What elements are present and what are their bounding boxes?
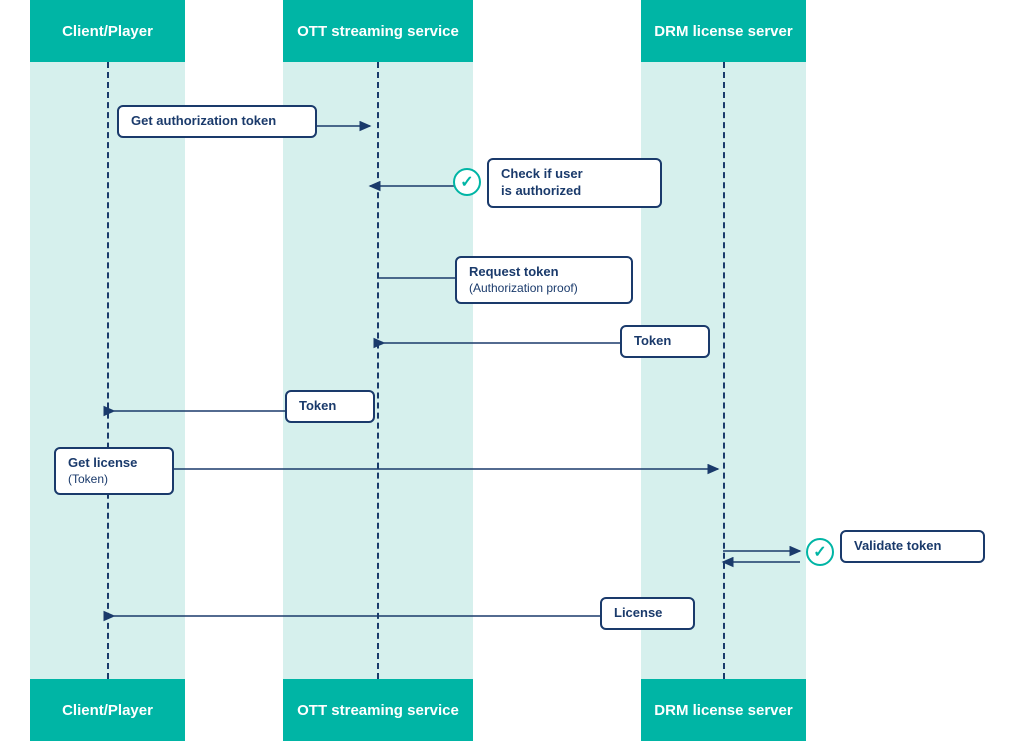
msg-get-license: Get license (Token): [54, 447, 174, 495]
dline-ott: [377, 62, 379, 679]
check-icon-auth: [453, 168, 481, 196]
header-drm: DRM license server: [641, 0, 806, 62]
dline-drm: [723, 62, 725, 679]
msg-validate-token: Validate token: [840, 530, 985, 563]
diagram-container: Client/Player OTT streaming service DRM …: [0, 0, 1024, 741]
header-client: Client/Player: [30, 0, 185, 62]
footer-drm: DRM license server: [641, 679, 806, 741]
footer-client: Client/Player: [30, 679, 185, 741]
footer-ott: OTT streaming service: [283, 679, 473, 741]
msg-check-auth: Check if useris authorized: [487, 158, 662, 208]
msg-license: License: [600, 597, 695, 630]
msg-token-drm: Token: [620, 325, 710, 358]
header-ott: OTT streaming service: [283, 0, 473, 62]
check-icon-validate: [806, 538, 834, 566]
msg-token-ott: Token: [285, 390, 375, 423]
msg-request-token: Request token (Authorization proof): [455, 256, 633, 304]
dline-client: [107, 62, 109, 679]
msg-get-auth-token: Get authorization token: [117, 105, 317, 138]
